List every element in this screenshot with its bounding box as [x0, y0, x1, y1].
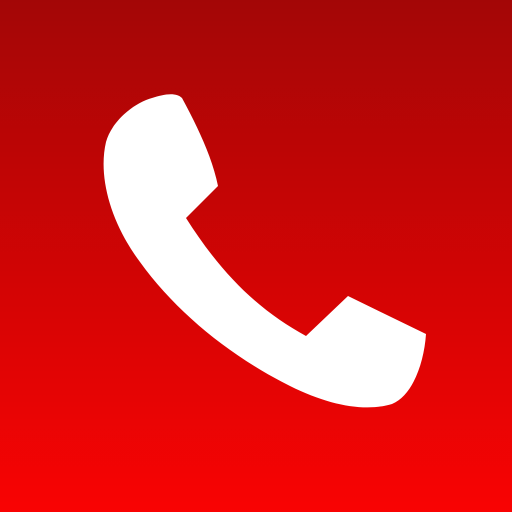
app-icon[interactable] [0, 0, 512, 512]
phone-handset-icon [103, 94, 427, 408]
